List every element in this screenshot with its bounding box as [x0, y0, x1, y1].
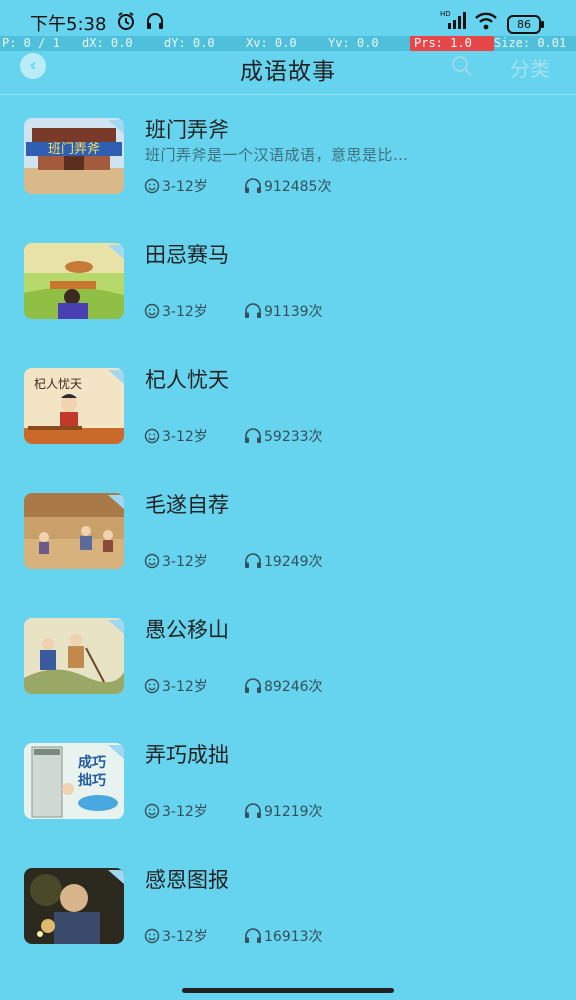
debug-dx: dX: 0.0: [82, 36, 133, 50]
page-title: 成语故事: [240, 59, 336, 85]
status-bar: 下午5:38 HD 86: [0, 0, 576, 38]
headphones-icon: [245, 428, 261, 443]
story-thumbnail: [24, 618, 124, 694]
debug-pointers: P: 0 / 1: [2, 36, 60, 50]
age-range-text: 3-12岁: [162, 429, 208, 445]
story-title: 愚公移山: [145, 618, 229, 642]
story-thumbnail: [24, 868, 124, 944]
debug-pressure: Prs: 1.0: [410, 36, 494, 51]
headphones-icon: [245, 303, 261, 318]
play-count: 19249次: [244, 551, 323, 571]
age-range-text: 3-12岁: [162, 804, 208, 820]
cellular-signal-icon: HD: [440, 9, 468, 35]
story-item-nongqiaochengzhuo[interactable]: 成巧 拙巧 弄巧成拙 3-12岁 91219次: [0, 721, 576, 846]
play-count-text: 91219次: [264, 804, 323, 820]
age-range: 3-12岁: [144, 301, 208, 321]
thumb-title-text: 班门弄斧: [48, 142, 100, 157]
story-title: 感恩图报: [145, 868, 229, 892]
smiley-icon: [144, 303, 160, 319]
play-count: 89246次: [244, 676, 323, 696]
play-count-text: 19249次: [264, 554, 323, 570]
headphones-icon: [245, 928, 261, 943]
smiley-icon: [144, 178, 160, 194]
debug-size: Size: 0.01: [494, 36, 567, 50]
age-range: 3-12岁: [144, 926, 208, 946]
play-count: 91219次: [244, 801, 323, 821]
story-thumbnail: 成巧 拙巧: [24, 743, 124, 819]
story-list: 班门弄斧 班门弄斧 班门弄斧是一个汉语成语，意思是比… 3-12岁 912485…: [0, 96, 576, 971]
headphones-icon: [245, 178, 261, 193]
category-button[interactable]: 分类: [510, 53, 550, 82]
headphones-icon: [245, 678, 261, 693]
app-header: ‹ 成语故事 分类: [0, 50, 576, 95]
play-count-text: 91139次: [264, 304, 323, 320]
story-title: 弄巧成拙: [145, 743, 229, 767]
smiley-icon: [144, 553, 160, 569]
smiley-icon: [144, 803, 160, 819]
play-count: 59233次: [244, 426, 323, 446]
debug-yv: Yv: 0.0: [328, 36, 379, 50]
story-title: 毛遂自荐: [145, 493, 229, 517]
network-label: HD: [440, 10, 451, 18]
story-item-tianjisaima[interactable]: 田忌赛马 3-12岁 91139次: [0, 221, 576, 346]
age-range: 3-12岁: [144, 176, 208, 196]
age-range-text: 3-12岁: [162, 304, 208, 320]
age-range-text: 3-12岁: [162, 929, 208, 945]
age-range-text: 3-12岁: [162, 679, 208, 695]
story-description: 班门弄斧是一个汉语成语，意思是比…: [145, 146, 409, 164]
age-range-text: 3-12岁: [162, 179, 208, 195]
play-count-text: 59233次: [264, 429, 323, 445]
alarm-icon: [116, 11, 136, 35]
story-item-maosuizijian[interactable]: 毛遂自荐 3-12岁 19249次: [0, 471, 576, 596]
age-range: 3-12岁: [144, 426, 208, 446]
debug-dy: dY: 0.0: [164, 36, 215, 50]
story-thumbnail: [24, 243, 124, 319]
play-count: 912485次: [244, 176, 331, 196]
search-button[interactable]: [450, 54, 474, 82]
story-item-qirenyoutian[interactable]: 杞人忧天 杞人忧天 3-12岁 59233次: [0, 346, 576, 471]
age-range: 3-12岁: [144, 551, 208, 571]
story-item-yugongyishan[interactable]: 愚公移山 3-12岁 89246次: [0, 596, 576, 721]
play-count-text: 89246次: [264, 679, 323, 695]
debug-xv: Xv: 0.0: [246, 36, 297, 50]
play-count: 91139次: [244, 301, 323, 321]
battery-indicator: 86: [507, 15, 544, 34]
pointer-debug-bar: P: 0 / 1 dX: 0.0 dY: 0.0 Xv: 0.0 Yv: 0.0…: [0, 36, 576, 51]
story-thumbnail: 杞人忧天: [24, 368, 124, 444]
story-item-banmennongfu[interactable]: 班门弄斧 班门弄斧 班门弄斧是一个汉语成语，意思是比… 3-12岁 912485…: [0, 96, 576, 221]
age-range: 3-12岁: [144, 676, 208, 696]
story-thumbnail: 班门弄斧: [24, 118, 124, 194]
smiley-icon: [144, 678, 160, 694]
headset-icon: [145, 11, 165, 35]
play-count-text: 16913次: [264, 929, 323, 945]
age-range: 3-12岁: [144, 801, 208, 821]
story-title: 杞人忧天: [145, 368, 229, 392]
thumb-title-text: 成巧: [78, 754, 106, 771]
story-title: 田忌赛马: [145, 243, 229, 267]
smiley-icon: [144, 928, 160, 944]
thumb-title-text: 杞人忧天: [34, 377, 82, 391]
play-count: 16913次: [244, 926, 323, 946]
smiley-icon: [144, 428, 160, 444]
story-thumbnail: [24, 493, 124, 569]
status-time: 下午5:38: [30, 14, 107, 35]
thumb-subtitle-text: 拙巧: [78, 772, 106, 789]
headphones-icon: [245, 803, 261, 818]
story-title: 班门弄斧: [145, 118, 229, 142]
story-item-ganentubao[interactable]: 感恩图报 3-12岁 16913次: [0, 846, 576, 971]
play-count-text: 912485次: [264, 179, 332, 195]
home-indicator[interactable]: [182, 988, 394, 993]
headphones-icon: [245, 553, 261, 568]
search-icon: [452, 56, 472, 76]
wifi-icon: [474, 11, 498, 35]
age-range-text: 3-12岁: [162, 554, 208, 570]
